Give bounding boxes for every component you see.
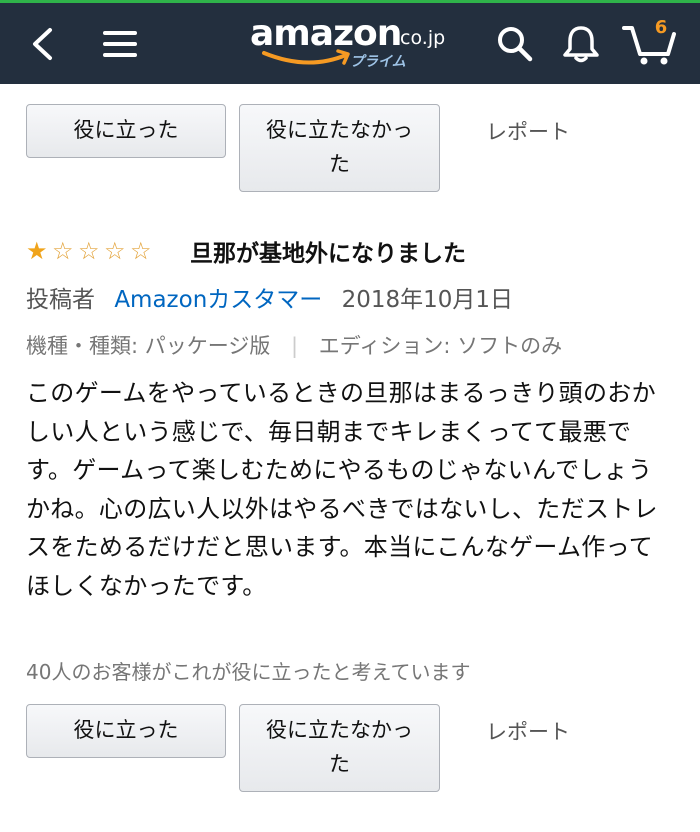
star-filled-icon: ★ <box>26 237 48 265</box>
app-header: amazon .co.jp プライム 6 <box>0 0 700 84</box>
report-link[interactable]: レポート <box>486 716 570 746</box>
smile-arrow-icon <box>262 49 350 65</box>
amazon-prime-logo[interactable]: amazon .co.jp プライム <box>246 9 456 79</box>
star-empty-icon: ☆ <box>104 237 126 265</box>
bell-icon <box>563 25 599 62</box>
hamburger-menu-icon <box>103 30 137 57</box>
divider: | <box>291 334 299 358</box>
review-title[interactable]: 旦那が基地外になりました <box>190 234 466 268</box>
back-button[interactable] <box>18 3 66 84</box>
not-helpful-button[interactable]: 役に立たなかった <box>239 104 440 192</box>
variant-type: 機種・種類: パッケージ版 <box>26 334 271 358</box>
notifications-button[interactable] <box>556 3 606 84</box>
star-rating: ★ ☆ ☆ ☆ ☆ <box>26 239 156 263</box>
back-arrow-icon <box>33 27 52 60</box>
variant-edition: エディション: ソフトのみ <box>318 334 563 358</box>
menu-button[interactable] <box>96 3 144 84</box>
logo-text: amazon <box>250 13 402 54</box>
helpful-count-text: 40人のお客様がこれが役に立ったと考えています <box>26 660 471 684</box>
review-body: このゲームをやっているときの旦那はまるっきり頭のおかしい人という感じで、毎日朝ま… <box>26 379 658 600</box>
search-button[interactable] <box>490 3 540 84</box>
search-icon <box>498 26 533 61</box>
review-byline: 投稿者 Amazonカスタマー 2018年10月1日 <box>26 280 513 314</box>
star-empty-icon: ☆ <box>130 237 152 265</box>
review-date: 2018年10月1日 <box>341 287 514 313</box>
posted-by-label: 投稿者 <box>26 287 95 313</box>
star-empty-icon: ☆ <box>52 237 74 265</box>
helpful-button[interactable]: 役に立った <box>26 104 226 158</box>
product-variant: 機種・種類: パッケージ版 | エディション: ソフトのみ <box>26 330 562 360</box>
report-link[interactable]: レポート <box>486 116 570 146</box>
star-empty-icon: ☆ <box>78 237 100 265</box>
review-author-link[interactable]: Amazonカスタマー <box>114 287 322 313</box>
cart-button[interactable]: 6 <box>620 3 682 84</box>
not-helpful-button[interactable]: 役に立たなかった <box>239 704 440 792</box>
logo-domain: .co.jp <box>394 27 446 49</box>
helpful-button[interactable]: 役に立った <box>26 704 226 758</box>
logo-prime-label: プライム <box>350 54 406 70</box>
cart-count-badge: 6 <box>654 17 668 38</box>
